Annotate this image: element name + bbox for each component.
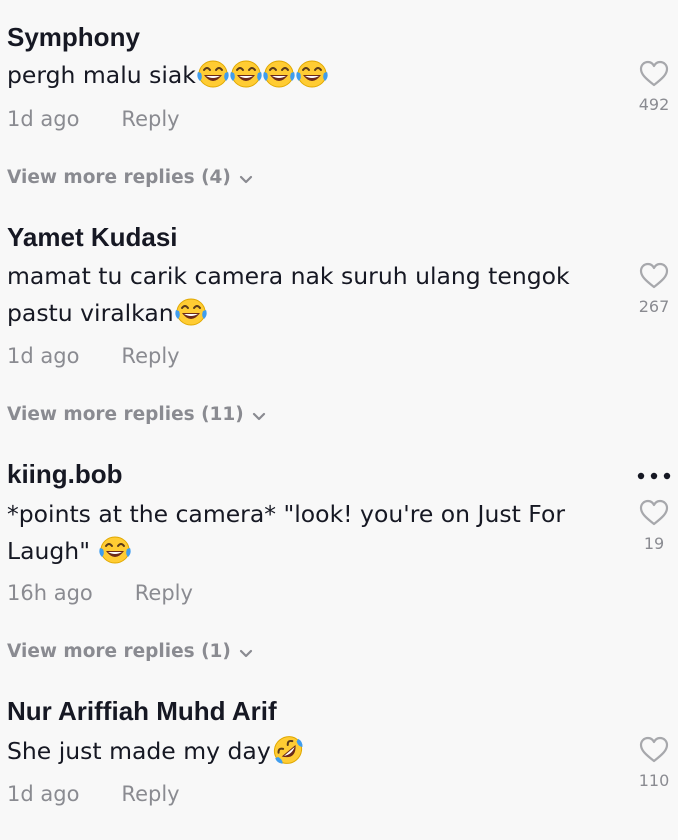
like-area: 492: [634, 60, 674, 114]
comment-item: kiing.bob *points at the camera* "look! …: [0, 459, 678, 669]
comment-text-line: *points at the camera* "look! you're on …: [7, 500, 565, 528]
like-count: 267: [638, 297, 670, 316]
comment-text-content: pastu viralkan: [7, 299, 174, 327]
comment-meta: 1d ago Reply: [7, 107, 180, 131]
like-area: 110: [634, 736, 674, 790]
comment-item: Nur Ariffiah Muhd Arif She just made my …: [0, 696, 678, 826]
heart-outline-icon[interactable]: [639, 262, 669, 290]
comment-text: mamat tu carik camera nak suruh ulang te…: [7, 258, 607, 332]
face-with-tears-of-joy-emoji: [99, 535, 131, 565]
comment-username[interactable]: Nur Ariffiah Muhd Arif: [7, 696, 277, 727]
comment-text: *points at the camera* "look! you're on …: [7, 496, 607, 570]
comment-text-content: pergh malu siak: [7, 61, 196, 89]
comment-username[interactable]: Yamet Kudasi: [7, 222, 178, 253]
comment-meta: 16h ago Reply: [7, 581, 193, 605]
comment-text: pergh malu siak: [7, 57, 607, 94]
comment-username[interactable]: kiing.bob: [7, 459, 123, 490]
comment-text-line: mamat tu carik camera nak suruh ulang te…: [7, 262, 570, 290]
view-more-replies-label: View more replies (1): [7, 641, 231, 662]
view-more-replies-button[interactable]: View more replies (11): [7, 404, 266, 425]
heart-outline-icon[interactable]: [639, 499, 669, 527]
chevron-down-icon: [252, 412, 266, 422]
like-area: 267: [634, 262, 674, 316]
like-count: 110: [638, 771, 670, 790]
comment-meta: 1d ago Reply: [7, 344, 180, 368]
like-area: 19: [634, 499, 674, 553]
comment-username[interactable]: Symphony: [7, 22, 140, 53]
comment-timestamp: 1d ago: [7, 107, 80, 131]
reply-button[interactable]: Reply: [135, 581, 193, 605]
comment-timestamp: 1d ago: [7, 344, 80, 368]
rolling-on-the-floor-laughing-emoji: [272, 735, 304, 765]
face-with-tears-of-joy-emoji: [263, 59, 295, 89]
comment-item: Yamet Kudasi mamat tu carik camera nak s…: [0, 222, 678, 432]
comment-text-line: pastu viralkan: [7, 295, 607, 332]
heart-outline-icon[interactable]: [639, 736, 669, 764]
face-with-tears-of-joy-emoji: [197, 59, 229, 89]
like-count: 492: [638, 95, 670, 114]
face-with-tears-of-joy-emoji: [175, 297, 207, 327]
comment-timestamp: 16h ago: [7, 581, 93, 605]
comment-timestamp: 1d ago: [7, 782, 80, 806]
comment-text: She just made my day: [7, 733, 607, 770]
face-with-tears-of-joy-emoji: [296, 59, 328, 89]
reply-button[interactable]: Reply: [121, 782, 179, 806]
chevron-down-icon: [239, 649, 253, 659]
chevron-down-icon: [239, 175, 253, 185]
heart-outline-icon[interactable]: [639, 60, 669, 88]
comment-text-content: She just made my day: [7, 737, 271, 765]
reply-button[interactable]: Reply: [121, 344, 179, 368]
view-more-replies-label: View more replies (4): [7, 167, 231, 188]
like-count: 19: [643, 534, 665, 553]
comment-text-line: Laugh": [7, 533, 607, 570]
view-more-replies-label: View more replies (11): [7, 404, 244, 425]
face-with-tears-of-joy-emoji: [230, 59, 262, 89]
comment-text-content: Laugh": [7, 537, 91, 565]
view-more-replies-button[interactable]: View more replies (4): [7, 167, 253, 188]
view-more-replies-button[interactable]: View more replies (1): [7, 641, 253, 662]
comment-meta: 1d ago Reply: [7, 782, 180, 806]
reply-button[interactable]: Reply: [121, 107, 179, 131]
comment-item: Symphony pergh malu siak 1d ago Reply 492…: [0, 22, 678, 192]
more-options-icon[interactable]: [636, 471, 672, 481]
